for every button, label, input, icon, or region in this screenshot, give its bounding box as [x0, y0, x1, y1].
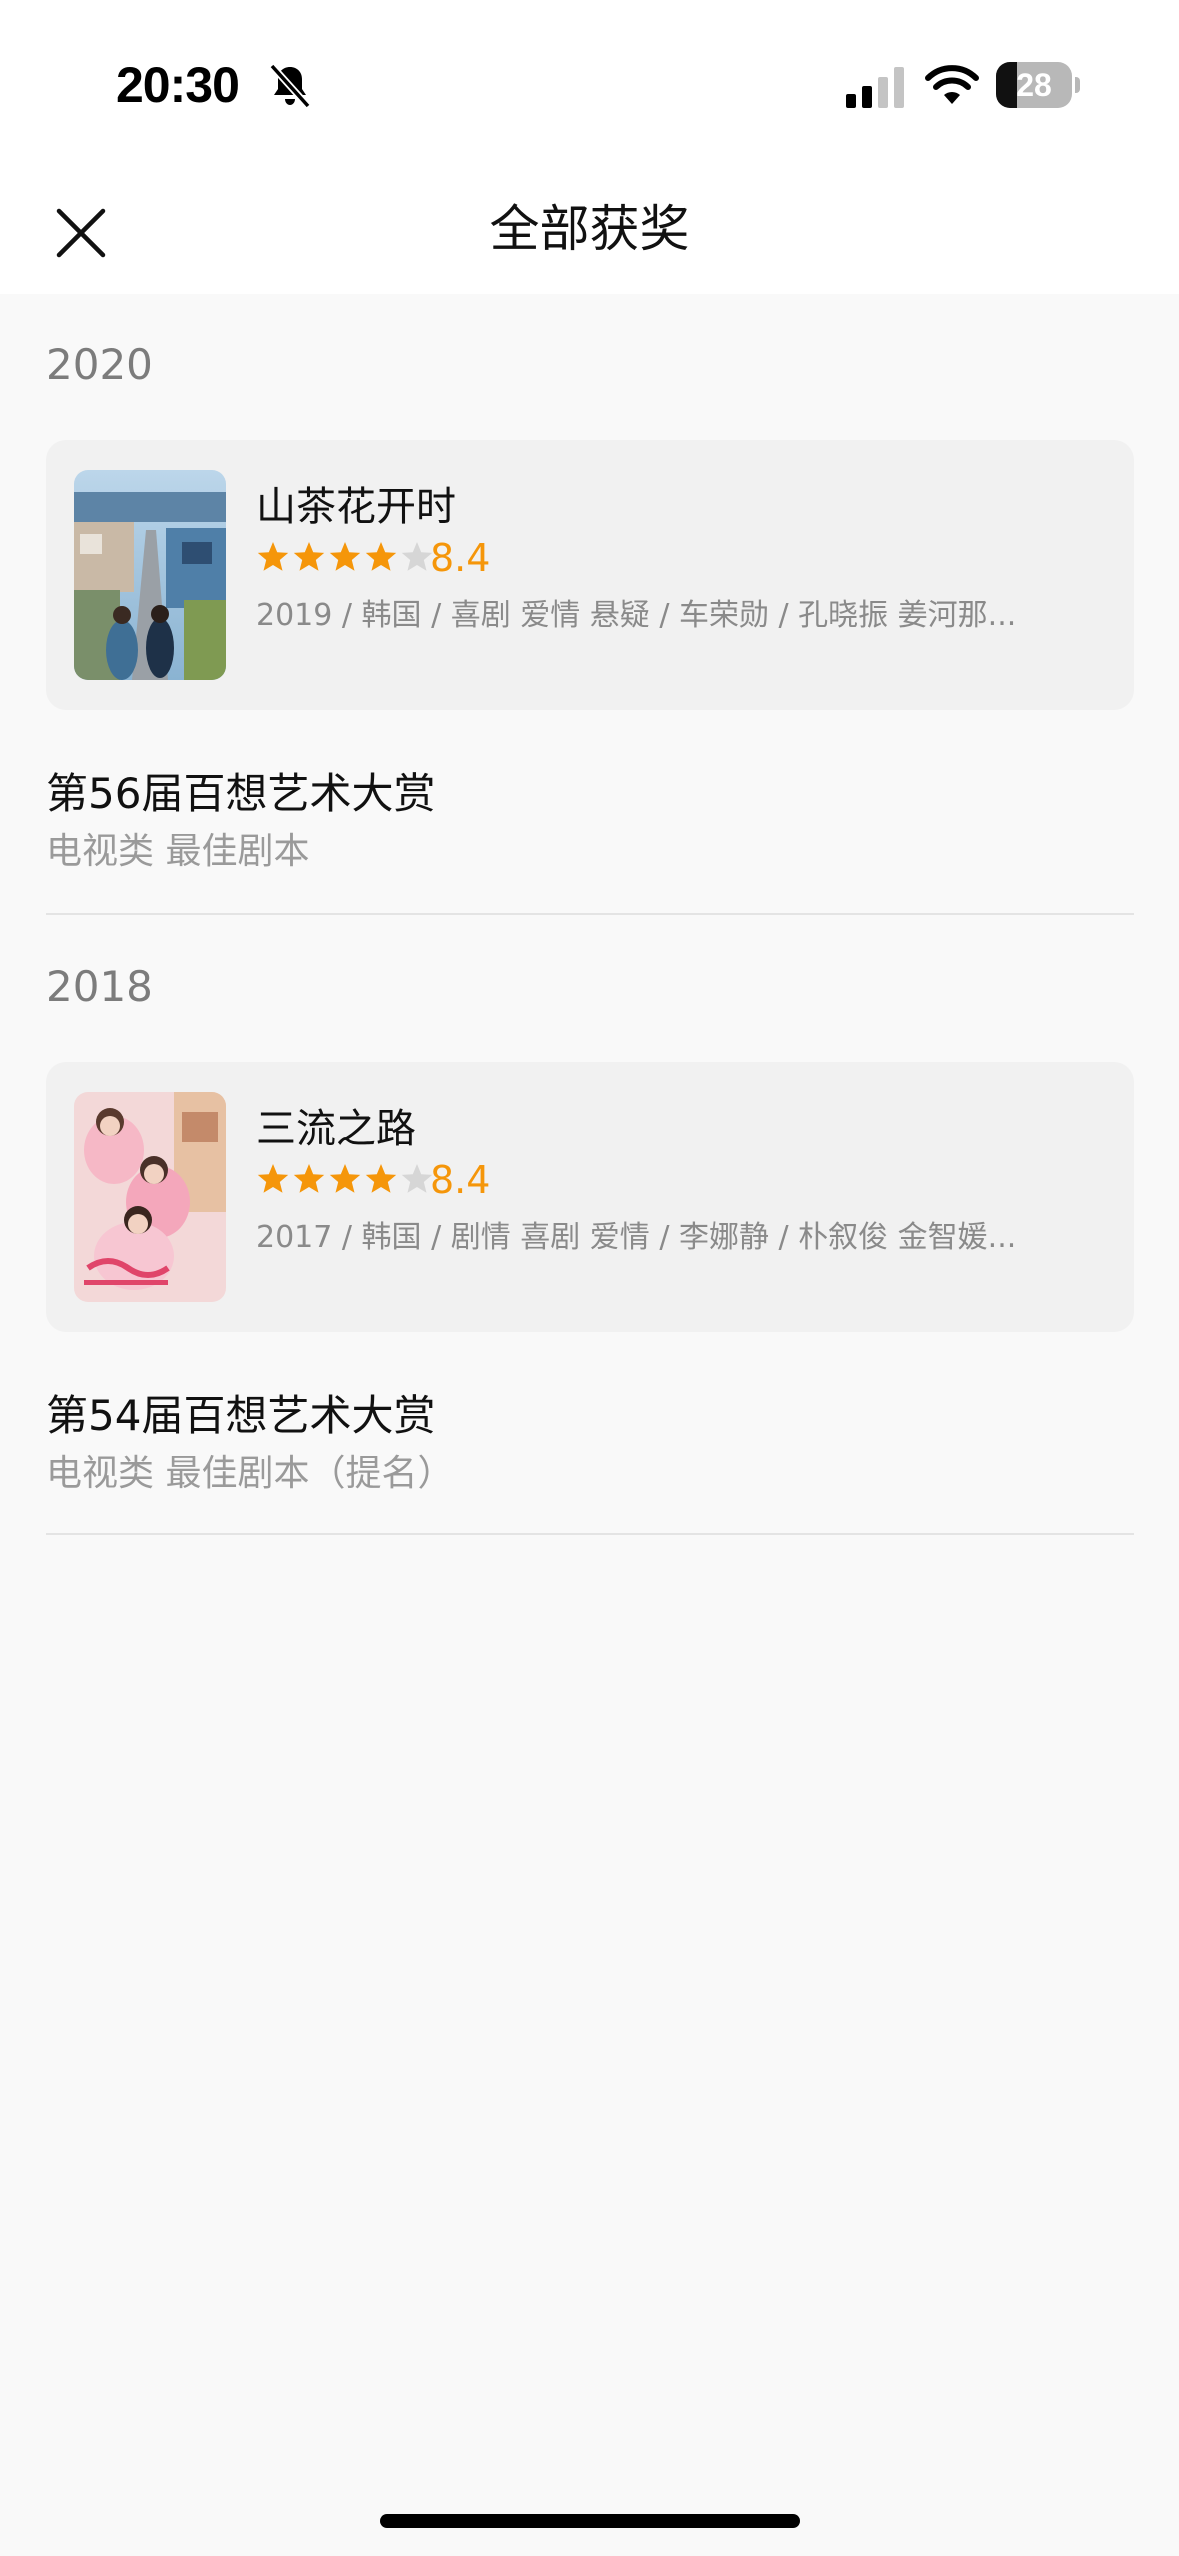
star-filled-icon [365, 1164, 397, 1193]
star-filled-icon [365, 542, 397, 571]
work-title: 山茶花开时 [256, 484, 456, 530]
work-card[interactable]: 三流之路 8.4 2017 / 韩国 / 剧情 喜剧 爱情 / 李娜静 / 朴叙… [46, 1062, 1134, 1332]
close-icon[interactable] [46, 198, 116, 268]
status-time: 20:30 [116, 57, 240, 113]
star-rating [256, 540, 434, 576]
work-meta: 2019 / 韩国 / 喜剧 爱情 悬疑 / 车荣勋 / 孔晓振 姜河那... [256, 598, 1017, 633]
page-title: 全部获奖 [489, 200, 690, 258]
star-filled-icon [257, 1164, 289, 1193]
year-heading: 2018 [46, 962, 153, 1011]
rating-score: 8.4 [430, 1158, 491, 1202]
divider [46, 913, 1134, 915]
cellular-signal-icon [846, 67, 904, 108]
work-card[interactable]: 山茶花开时 8.4 2019 / 韩国 / 喜剧 爱情 悬疑 / 车荣勋 / 孔… [46, 440, 1134, 710]
divider [46, 1533, 1134, 1535]
star-filled-icon [257, 542, 289, 571]
home-indicator [380, 2514, 800, 2528]
work-title: 三流之路 [256, 1106, 416, 1152]
award-category: 电视类 最佳剧本（提名） [46, 1453, 454, 1494]
award-category: 电视类 最佳剧本 [46, 831, 310, 872]
poster-image [74, 470, 226, 680]
star-filled-icon [293, 1164, 325, 1193]
star-filled-icon [293, 542, 325, 571]
bell-muted-icon [269, 63, 311, 109]
award-name: 第56届百想艺术大赏 [46, 769, 436, 818]
star-rating [256, 1162, 434, 1198]
star-filled-icon [329, 1164, 361, 1193]
star-empty-icon [401, 1164, 433, 1193]
nav-bar: 全部获奖 [0, 170, 1179, 294]
year-heading: 2020 [46, 340, 153, 389]
wifi-icon [925, 65, 979, 104]
star-empty-icon [401, 542, 433, 571]
battery-icon: 28 [996, 62, 1080, 110]
battery-percent-label: 28 [1016, 67, 1052, 103]
rating-score: 8.4 [430, 536, 491, 580]
work-meta: 2017 / 韩国 / 剧情 喜剧 爱情 / 李娜静 / 朴叙俊 金智媛... [256, 1220, 1017, 1255]
poster-image [74, 1092, 226, 1302]
award-name: 第54届百想艺术大赏 [46, 1391, 436, 1440]
star-filled-icon [329, 542, 361, 571]
status-bar: 20:30 28 [0, 0, 1179, 170]
